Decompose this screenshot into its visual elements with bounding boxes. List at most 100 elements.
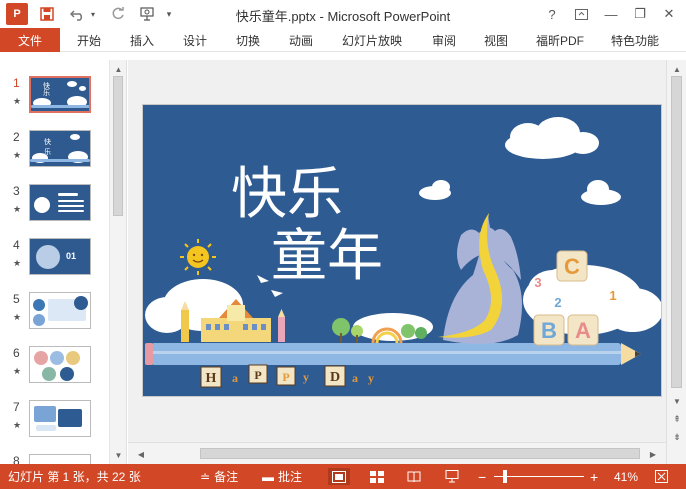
tab-foxit-pdf[interactable]: 福昕PDF [536, 28, 584, 52]
block-letter-a: A [575, 318, 591, 343]
notes-icon: ≐ [200, 469, 211, 484]
scroll-thumb[interactable] [671, 76, 682, 388]
slide-count-status: 幻灯片 第 1 张，共 22 张 [8, 470, 141, 484]
tab-design[interactable]: 设计 [183, 28, 207, 52]
tab-home[interactable]: 开始 [77, 28, 101, 52]
previous-slide-icon[interactable]: ⇞ [667, 412, 686, 426]
help-icon[interactable]: ? [538, 3, 566, 25]
letter-a: a [232, 371, 238, 385]
slide-thumbnail-pane: 1 ★ 快乐 2 ★ 快乐 3 ★ 4 ★ 01 5 ★ 6 ★ 7 ★ 8 [0, 60, 127, 464]
status-bar: 幻灯片 第 1 张，共 22 张 ≐ 备注 ▬ 批注 − + 41% [0, 464, 686, 489]
editing-horizontal-scrollbar[interactable]: ◀ ▶ [128, 442, 666, 464]
tab-insert[interactable]: 插入 [130, 28, 154, 52]
slide-title-line2: 童年 [271, 224, 383, 289]
slide-thumbnail-1[interactable]: 1 ★ 快乐 [0, 76, 108, 122]
zoom-out-button[interactable]: − [478, 464, 486, 489]
comments-label: 批注 [278, 470, 303, 484]
number-3: 3 [534, 275, 541, 290]
restore-icon[interactable]: ❐ [626, 3, 654, 25]
thumbnail-image: 01 [29, 238, 91, 275]
scroll-down-icon[interactable]: ▼ [667, 394, 686, 408]
slide-thumbnail-6[interactable]: 6 ★ [0, 346, 108, 392]
thumbnail-image [29, 184, 91, 221]
slide-thumbnail-5[interactable]: 5 ★ [0, 292, 108, 338]
comments-button[interactable]: ▬ 批注 [262, 464, 302, 489]
tab-file[interactable]: 文件 [0, 28, 60, 52]
thumbnail-number: 1 [13, 76, 20, 90]
letter-p1: P [254, 368, 261, 382]
slide-thumbnail-3[interactable]: 3 ★ [0, 184, 108, 230]
close-icon[interactable]: ✕ [655, 3, 683, 25]
thumbnail-image: 快乐 [29, 76, 91, 113]
animation-star-icon: ★ [13, 204, 22, 214]
zoom-slider[interactable] [494, 476, 584, 477]
scroll-thumb[interactable] [200, 448, 640, 459]
tab-review[interactable]: 审阅 [432, 28, 456, 52]
zoom-level[interactable]: 41% [614, 464, 638, 489]
thumbnail-number: 4 [13, 238, 20, 252]
letter-h: H [206, 371, 217, 386]
slide-editing-area: C B A 3 2 1 H a P P y D a y 快乐 童年 [128, 60, 666, 442]
slideshow-view-icon[interactable] [441, 468, 463, 485]
animation-star-icon: ★ [13, 312, 22, 322]
ribbon-tabs: 文件 开始 插入 设计 切换 动画 幻灯片放映 审阅 视图 福昕PDF 特色功能 [0, 28, 686, 52]
scroll-thumb[interactable] [113, 76, 123, 216]
scroll-left-icon[interactable]: ◀ [134, 447, 148, 461]
title-bar: P ▾ ▾ 快乐童年.pptx - Microsoft PowerPoint ?… [0, 0, 686, 28]
thumbnail-number: 5 [13, 292, 20, 306]
animation-star-icon: ★ [13, 420, 22, 430]
number-1: 1 [609, 288, 616, 303]
block-letter-b: B [541, 318, 557, 343]
comments-icon: ▬ [262, 469, 274, 484]
notes-button[interactable]: ≐ 备注 [200, 464, 238, 489]
letter-p2: P [282, 370, 289, 384]
scroll-up-icon[interactable]: ▲ [667, 62, 686, 76]
slide-thumbnail-8[interactable]: 8 [0, 454, 108, 464]
tab-special-features[interactable]: 特色功能 [611, 28, 659, 52]
slide-title-line1: 快乐 [231, 162, 343, 227]
reading-view-icon[interactable] [403, 468, 425, 485]
slide-canvas[interactable]: C B A 3 2 1 H a P P y D a y 快乐 童年 [142, 104, 662, 397]
minimize-icon[interactable]: — [597, 3, 625, 25]
letter-y: y [303, 370, 309, 384]
slide-sorter-icon[interactable] [366, 468, 388, 485]
number-2: 2 [554, 295, 561, 310]
tab-transitions[interactable]: 切换 [236, 28, 260, 52]
tab-slideshow[interactable]: 幻灯片放映 [342, 28, 402, 52]
animation-star-icon: ★ [13, 96, 22, 106]
next-slide-icon[interactable]: ⇟ [667, 430, 686, 444]
thumbnail-number: 7 [13, 400, 20, 414]
thumbnail-number: 8 [13, 454, 20, 464]
thumbnail-number: 2 [13, 130, 20, 144]
thumbnail-image [29, 346, 91, 383]
letter-y2: y [368, 371, 374, 385]
letter-d: D [330, 370, 340, 385]
thumbnail-image [29, 454, 91, 464]
scroll-down-icon[interactable]: ▼ [110, 448, 127, 462]
thumbnail-scrollbar[interactable]: ▲ ▼ [109, 60, 126, 464]
thumbnail-image [29, 292, 91, 329]
tab-animations[interactable]: 动画 [289, 28, 313, 52]
normal-view-icon[interactable] [328, 468, 350, 485]
notes-label: 备注 [214, 470, 239, 484]
animation-star-icon: ★ [13, 258, 22, 268]
ribbon-display-icon[interactable] [567, 3, 595, 25]
scroll-right-icon[interactable]: ▶ [646, 447, 660, 461]
slide-thumbnail-4[interactable]: 4 ★ 01 [0, 238, 108, 284]
scroll-up-icon[interactable]: ▲ [110, 62, 127, 76]
thumbnail-image [29, 400, 91, 437]
tab-view[interactable]: 视图 [484, 28, 508, 52]
zoom-slider-handle[interactable] [503, 470, 507, 483]
zoom-in-button[interactable]: + [590, 464, 598, 489]
editing-vertical-scrollbar[interactable]: ▲ ▼ ⇞ ⇟ [666, 60, 686, 464]
slide-thumbnail-7[interactable]: 7 ★ [0, 400, 108, 446]
fit-to-window-icon[interactable] [650, 468, 672, 485]
block-letter-c: C [564, 254, 580, 279]
animation-star-icon: ★ [13, 366, 22, 376]
animation-star-icon: ★ [13, 150, 22, 160]
slide-thumbnail-2[interactable]: 2 ★ 快乐 [0, 130, 108, 176]
slide-artwork: C B A 3 2 1 H a P P y D a y 快乐 童年 [145, 117, 661, 388]
letter-a2: a [352, 371, 358, 385]
thumbnail-number: 6 [13, 346, 20, 360]
thumbnail-number: 3 [13, 184, 20, 198]
